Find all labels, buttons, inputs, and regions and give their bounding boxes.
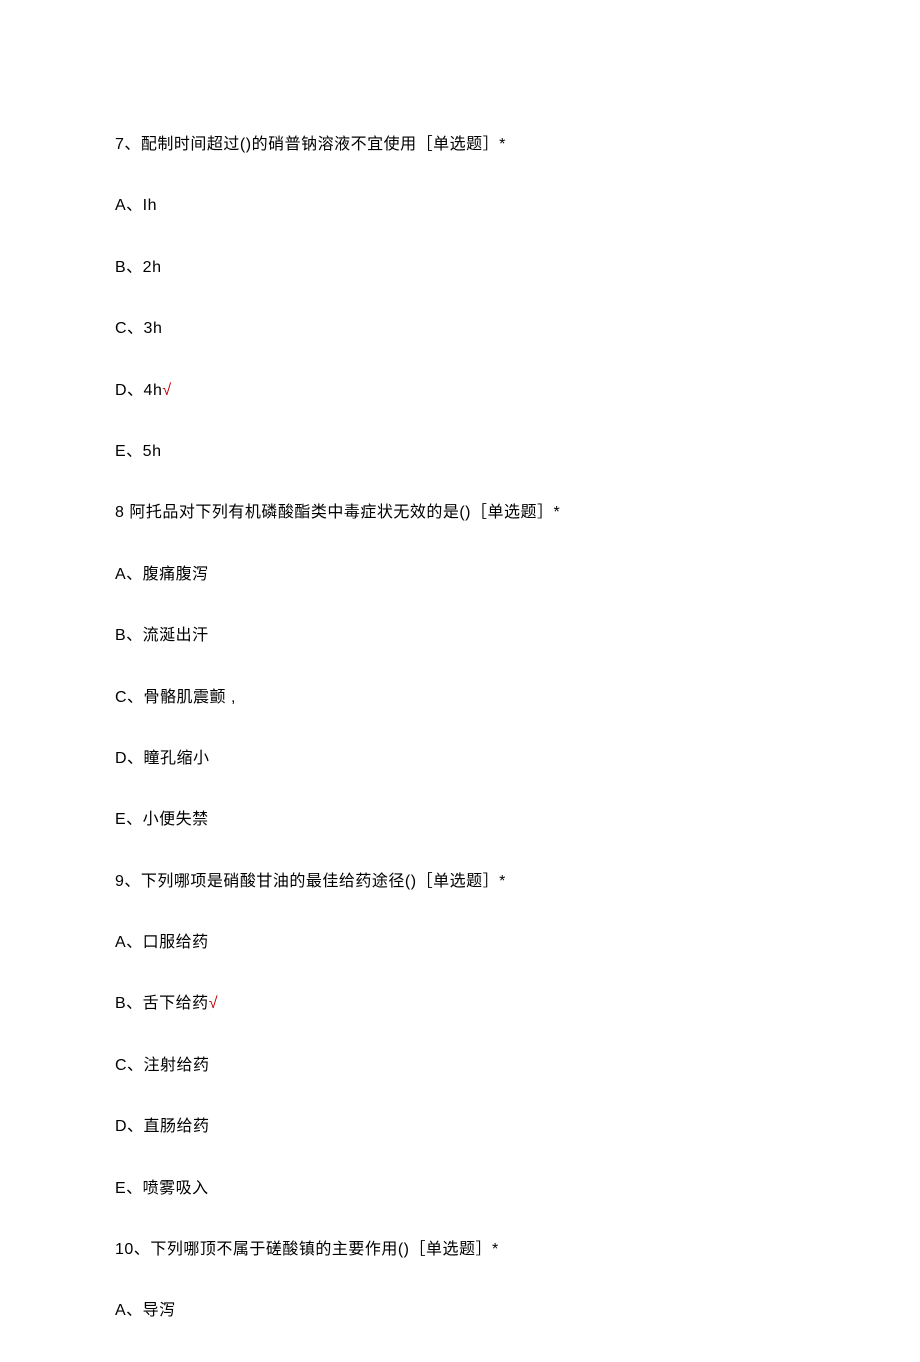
question-text: 阿托品对下列有机磷酸酯类中毒症状无效的是()［单选题］* — [129, 504, 560, 521]
question-number: 8 — [115, 504, 129, 521]
question-7-option-b: B、2h — [115, 257, 815, 279]
question-text: 下列哪顶不属于磋酸镇的主要作用()［单选题］* — [150, 1241, 498, 1258]
correct-mark-icon: √ — [209, 995, 218, 1012]
question-8-option-a: A、腹痛腹泻 — [115, 564, 815, 586]
question-number: 10、 — [115, 1241, 150, 1258]
question-9-option-e: E、喷雾吸入 — [115, 1178, 815, 1200]
question-8-option-b: B、流涎出汗 — [115, 625, 815, 647]
question-10-stem: 10、下列哪顶不属于磋酸镇的主要作用()［单选题］* — [115, 1239, 815, 1261]
question-number: 9、 — [115, 873, 141, 890]
question-7-stem: 7、配制时间超过()的硝普钠溶液不宜使用［单选题］* — [115, 134, 815, 156]
question-7-option-a: A、Ih — [115, 195, 815, 217]
question-9-stem: 9、下列哪项是硝酸甘油的最佳给药途径()［单选题］* — [115, 871, 815, 893]
question-10-option-a: A、导泻 — [115, 1300, 815, 1322]
question-text: 配制时间超过()的硝普钠溶液不宜使用［单选题］* — [141, 136, 506, 153]
question-8-option-e: E、小便失禁 — [115, 809, 815, 831]
question-9-option-a: A、口服给药 — [115, 932, 815, 954]
question-7-option-c: C、3h — [115, 318, 815, 340]
question-9-option-c: C、注射给药 — [115, 1055, 815, 1077]
document-content: 7、配制时间超过()的硝普钠溶液不宜使用［单选题］* A、Ih B、2h C、3… — [115, 134, 815, 1362]
question-text: 下列哪项是硝酸甘油的最佳给药途径()［单选题］* — [141, 873, 506, 890]
question-8-stem: 8 阿托品对下列有机磷酸酯类中毒症状无效的是()［单选题］* — [115, 502, 815, 524]
question-9-option-d: D、直肠给药 — [115, 1116, 815, 1138]
question-9-option-b: B、舌下给药√ — [115, 993, 815, 1015]
question-8-option-d: D、瞳孔缩小 — [115, 748, 815, 770]
correct-mark-icon: √ — [162, 382, 171, 399]
question-8-option-c: C、骨骼肌震颤 , — [115, 687, 815, 709]
question-7-option-d: D、4h√ — [115, 380, 815, 402]
question-number: 7、 — [115, 136, 141, 153]
question-7-option-e: E、5h — [115, 441, 815, 463]
